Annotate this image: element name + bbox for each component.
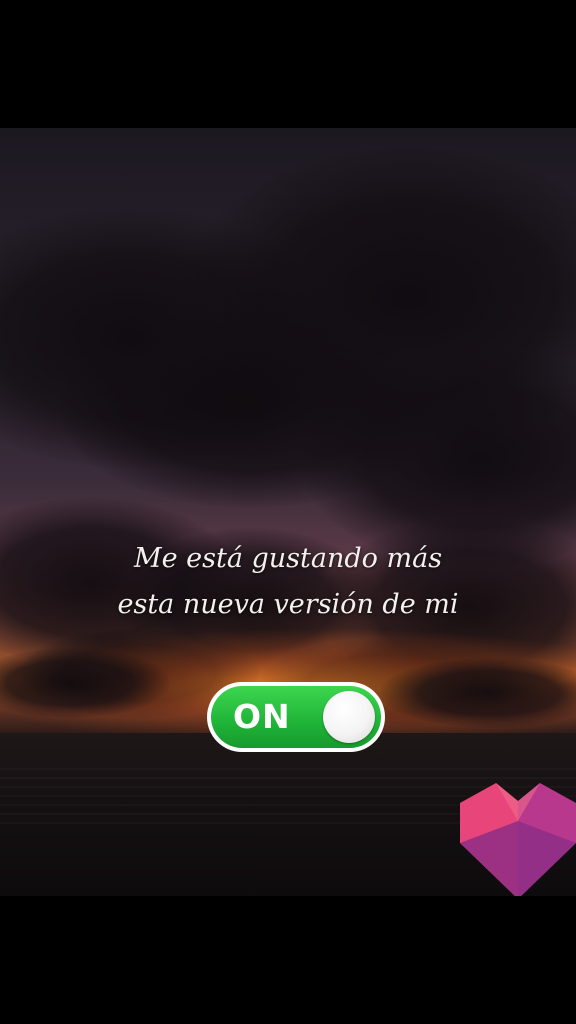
top-letterbox <box>0 0 576 128</box>
on-toggle-switch[interactable]: ON <box>207 682 385 752</box>
toggle-knob <box>323 691 375 743</box>
toggle-label: ON <box>233 697 291 736</box>
caption-text: Me está gustando más esta nueva versión … <box>0 536 576 628</box>
screen: Me está gustando más esta nueva versión … <box>0 0 576 1024</box>
video-frame[interactable] <box>0 128 576 896</box>
heart-logo-svg <box>460 783 576 899</box>
caption-line-1: Me está gustando más <box>133 543 443 574</box>
caption-line-2: esta nueva versión de mi <box>117 589 459 620</box>
bottom-letterbox <box>0 896 576 1024</box>
heart-logo-icon <box>460 783 576 899</box>
toggle-track: ON <box>211 686 381 748</box>
